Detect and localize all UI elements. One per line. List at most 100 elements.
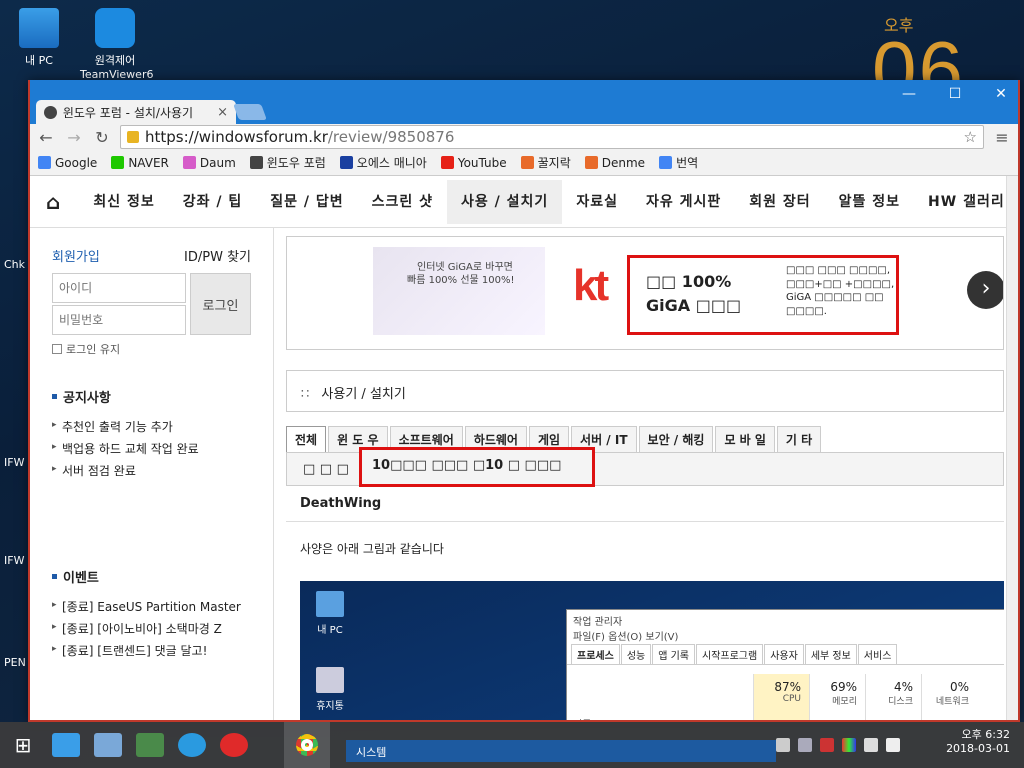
category-tab[interactable]: 모 바 일 bbox=[715, 426, 775, 452]
nav-item[interactable]: 강좌 / 팁 bbox=[169, 180, 257, 224]
password-input[interactable] bbox=[52, 305, 186, 335]
maximize-button[interactable]: ☐ bbox=[940, 86, 970, 102]
minimize-button[interactable]: — bbox=[894, 86, 924, 102]
bookmark-item[interactable]: Denme bbox=[584, 156, 645, 170]
board-header: ∷ 사용기 / 설치기 bbox=[286, 370, 1004, 412]
home-icon[interactable]: ⌂ bbox=[46, 190, 61, 214]
post-author[interactable]: DeathWing bbox=[286, 486, 1004, 522]
tm-columns: 87% CPU 69% 메모리 4% 디스크 0% 네트워크 bbox=[753, 674, 977, 720]
nav-item[interactable]: 사용 / 설치기 bbox=[447, 179, 563, 224]
site-nav: ⌂ 최신 정보 강좌 / 팁 질문 / 답변 스크린 샷 사용 / 설치기 자료실 자유 게… bbox=[30, 176, 1018, 228]
remember-checkbox[interactable] bbox=[52, 344, 62, 354]
category-tab[interactable]: 보안 / 해킹 bbox=[638, 426, 714, 452]
notice-item[interactable]: 서버 점검 완료 bbox=[52, 462, 251, 479]
desktop-icon-my-pc[interactable]: 내 PC bbox=[4, 8, 74, 68]
bookmarks-bar: Google NAVER Daum 윈도우 포럼 오에스 매니아 YouTube 꿀지락 De… bbox=[30, 150, 1018, 176]
desktop-icon-stub[interactable]: PEN bbox=[4, 656, 26, 669]
taskbar-photos-button[interactable] bbox=[130, 725, 170, 765]
bookmark-item[interactable]: Google bbox=[38, 156, 97, 170]
bookmark-item[interactable]: 윈도우 포럼 bbox=[249, 154, 326, 171]
bookmark-favicon-icon bbox=[584, 156, 598, 169]
bookmark-item[interactable]: 번역 bbox=[659, 154, 698, 171]
post-title: 10□□□ □□□ □10 □ □□□ bbox=[359, 447, 595, 487]
bookmark-item[interactable]: 꿀지락 bbox=[520, 154, 571, 171]
bookmark-label: YouTube bbox=[457, 155, 507, 170]
kt-logo: kt bbox=[573, 261, 609, 310]
bookmark-item[interactable]: 오에스 매니아 bbox=[339, 154, 427, 171]
desktop-icon-stub[interactable]: Chk bbox=[4, 258, 25, 271]
new-tab-button[interactable] bbox=[233, 104, 267, 120]
tm-tab: 성능 bbox=[620, 644, 652, 664]
event-item[interactable]: [종료] [트랜센드] 댓글 달고! bbox=[52, 642, 251, 659]
bookmark-label: NAVER bbox=[128, 155, 169, 170]
bullet-icon bbox=[52, 574, 57, 579]
taskbar-sync-button[interactable] bbox=[172, 725, 212, 765]
join-link[interactable]: 회원가입 bbox=[52, 246, 100, 265]
triangle-icon[interactable] bbox=[820, 738, 834, 752]
bookmark-item[interactable]: Daum bbox=[182, 155, 236, 170]
taskbar-desktop-button[interactable] bbox=[46, 725, 86, 765]
tab-title: 윈도우 포럼 - 설치/사용기 bbox=[62, 105, 194, 120]
board-bullet-icon: ∷ bbox=[301, 387, 310, 402]
page-scrollbar[interactable] bbox=[1006, 176, 1018, 720]
menu-icon[interactable]: ≡ bbox=[992, 128, 1012, 147]
address-bar[interactable]: https://windowsforum.kr /review/9850876 … bbox=[120, 125, 984, 149]
desktop-icon-teamviewer[interactable]: 원격제어 TeamViewer6 bbox=[80, 8, 153, 81]
browser-toolbar: ← → ↻ https://windowsforum.kr /review/98… bbox=[30, 124, 1018, 150]
notice-item[interactable]: 추천인 출력 기능 추가 bbox=[52, 418, 251, 435]
event-item[interactable]: [종료] [아이노비아] 소택마경 Z bbox=[52, 620, 251, 637]
browser-tab[interactable]: 윈도우 포럼 - 설치/사용기 × bbox=[36, 100, 236, 124]
taskbar-explorer-button[interactable] bbox=[88, 725, 128, 765]
color-icon[interactable] bbox=[842, 738, 856, 752]
tm-tabs: 프로세스 성능 앱 기록 시작프로그램 사용자 세부 정보 서비스 bbox=[567, 644, 1004, 665]
banner-next-button[interactable]: › bbox=[967, 271, 1003, 309]
nav-item[interactable]: HW 갤러리 bbox=[914, 180, 1018, 224]
bookmark-item[interactable]: NAVER bbox=[111, 156, 169, 170]
nav-item[interactable]: 알뜰 정보 bbox=[825, 180, 914, 224]
banner-tagline-2: 빠름 100% 선물 100%! bbox=[407, 275, 515, 286]
close-button[interactable]: ✕ bbox=[986, 86, 1016, 102]
desktop-icon-stub[interactable]: IFW bbox=[4, 554, 24, 567]
desktop-icon-stub[interactable]: IFW bbox=[4, 456, 24, 469]
banner-tagline-1: 인터넷 GiGA로 바꾸면 bbox=[417, 262, 513, 273]
tray-clock[interactable]: 오후 6:32 2018-03-01 bbox=[946, 728, 1010, 757]
category-tab[interactable]: 기 타 bbox=[776, 426, 822, 452]
network-icon[interactable] bbox=[776, 738, 790, 752]
volume-icon[interactable] bbox=[886, 738, 900, 752]
bookmark-star-icon[interactable]: ☆ bbox=[964, 128, 977, 146]
bookmark-item[interactable]: YouTube bbox=[440, 155, 507, 170]
start-button[interactable]: ⊞ bbox=[0, 722, 46, 768]
desktop-clock-widget: 오후 06 bbox=[872, 12, 984, 114]
shot-icon-my-pc: 내 PC bbox=[300, 591, 360, 636]
banner-image: 인터넷 GiGA로 바꾸면 빠름 100% 선물 100%! bbox=[373, 247, 545, 335]
category-tab[interactable]: 전체 bbox=[286, 426, 327, 452]
ad-banner[interactable]: 인터넷 GiGA로 바꾸면 빠름 100% 선물 100%! kt □□ 100… bbox=[286, 236, 1004, 350]
reload-icon[interactable]: ↻ bbox=[92, 128, 112, 147]
tab-close-icon[interactable]: × bbox=[217, 105, 228, 120]
find-account-link[interactable]: ID/PW 찾기 bbox=[184, 246, 251, 265]
nav-item[interactable]: 스크린 샷 bbox=[358, 180, 447, 224]
drop-icon[interactable] bbox=[798, 738, 812, 752]
username-input[interactable] bbox=[52, 273, 186, 303]
forward-icon[interactable]: → bbox=[64, 128, 84, 147]
nav-item[interactable]: 질문 / 답변 bbox=[256, 180, 357, 224]
bookmark-label: Daum bbox=[199, 155, 236, 170]
taskbar-chrome-button[interactable] bbox=[284, 722, 330, 768]
bookmark-label: 꿀지락 bbox=[537, 156, 571, 170]
bookmark-favicon-icon bbox=[38, 156, 51, 169]
taskbar-system-window[interactable]: 시스템 bbox=[346, 740, 776, 762]
nav-item[interactable]: 자유 게시판 bbox=[632, 180, 735, 224]
remember-login[interactable]: 로그인 유지 bbox=[52, 341, 251, 357]
nav-item[interactable]: 최신 정보 bbox=[79, 180, 168, 224]
nav-item[interactable]: 자료실 bbox=[562, 180, 632, 224]
event-item[interactable]: [종료] EaseUS Partition Master bbox=[52, 598, 251, 615]
nav-item[interactable]: 회원 장터 bbox=[735, 180, 824, 224]
taskbar-close-app-button[interactable] bbox=[214, 725, 254, 765]
notice-title: 공지사항 bbox=[52, 387, 251, 406]
back-icon[interactable]: ← bbox=[36, 128, 56, 147]
desktop-icon-label: 원격제어 bbox=[94, 54, 136, 67]
battery-icon[interactable] bbox=[864, 738, 878, 752]
notice-item[interactable]: 백업용 하드 교체 작업 완료 bbox=[52, 440, 251, 457]
teamviewer-icon bbox=[95, 8, 135, 48]
login-button[interactable]: 로그인 bbox=[190, 273, 251, 335]
